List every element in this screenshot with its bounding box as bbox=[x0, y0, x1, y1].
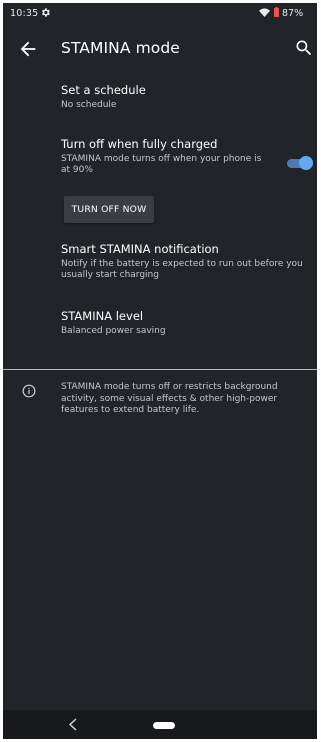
stamina-level-row[interactable]: STAMINA level Balanced power saving bbox=[3, 303, 317, 347]
schedule-summary: No schedule bbox=[61, 100, 117, 110]
schedule-row[interactable]: Set a schedule No schedule bbox=[3, 75, 317, 119]
schedule-title: Set a schedule bbox=[61, 83, 146, 97]
smart-notification-row[interactable]: Smart STAMINA notification Notify if the… bbox=[3, 235, 317, 291]
divider bbox=[3, 369, 317, 370]
smart-notification-summary: Notify if the battery is expected to run… bbox=[61, 259, 303, 280]
nav-home-pill[interactable] bbox=[153, 722, 175, 729]
turn-off-charged-toggle[interactable] bbox=[285, 156, 313, 170]
screen: 10:35 87% STAMINA mode Set a schedule No… bbox=[3, 3, 317, 739]
turn-off-charged-title: Turn off when fully charged bbox=[61, 137, 218, 151]
search-icon[interactable] bbox=[294, 38, 314, 58]
turn-off-charged-summary: STAMINA mode turns off when your phone i… bbox=[61, 154, 262, 175]
battery-icon bbox=[274, 7, 279, 17]
stamina-level-title: STAMINA level bbox=[61, 309, 144, 323]
nav-back-icon[interactable] bbox=[67, 718, 79, 731]
turn-off-charged-row[interactable]: Turn off when fully charged STAMINA mode… bbox=[3, 127, 317, 183]
app-bar: STAMINA mode bbox=[3, 25, 317, 73]
info-icon bbox=[22, 384, 36, 398]
smart-notification-title: Smart STAMINA notification bbox=[61, 242, 219, 256]
status-bar: 10:35 87% bbox=[3, 3, 317, 25]
navigation-bar bbox=[3, 710, 317, 739]
turn-off-now-button[interactable]: TURN OFF NOW bbox=[64, 196, 154, 223]
info-text: STAMINA mode turns off or restricts back… bbox=[61, 382, 278, 415]
page-title: STAMINA mode bbox=[61, 39, 180, 57]
status-time: 10:35 bbox=[10, 8, 39, 19]
toggle-thumb bbox=[299, 156, 313, 170]
stamina-level-summary: Balanced power saving bbox=[61, 326, 166, 336]
arrow-left-icon[interactable] bbox=[17, 38, 39, 60]
battery-percent: 87% bbox=[282, 8, 304, 19]
gear-icon bbox=[41, 8, 50, 17]
wifi-icon bbox=[259, 8, 270, 17]
